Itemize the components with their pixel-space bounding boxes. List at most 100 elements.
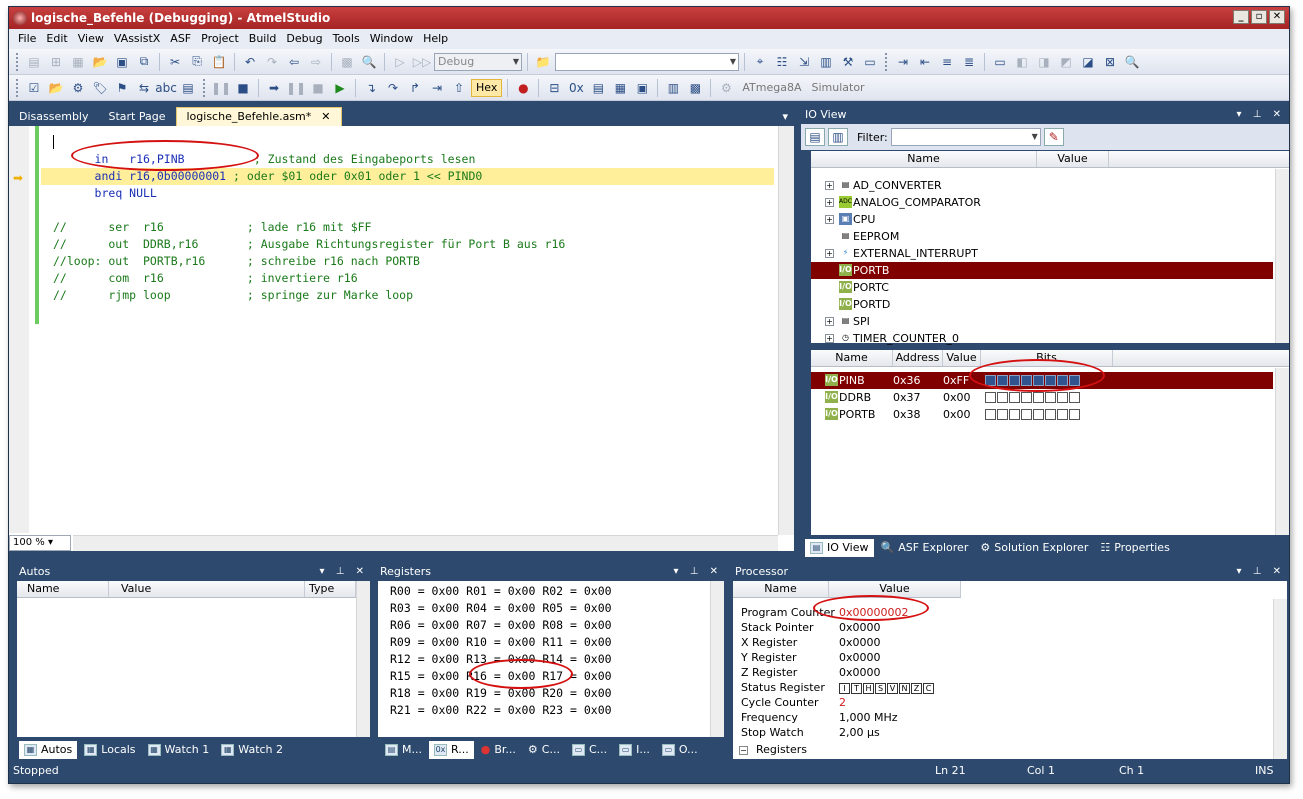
prev-bookmark-icon[interactable]: ◧: [1012, 53, 1032, 71]
processor-scrollbar[interactable]: [1273, 599, 1287, 759]
menu-tools[interactable]: Tools: [328, 29, 365, 49]
break-all-icon[interactable]: ❚❚: [211, 79, 231, 97]
io-module-tree[interactable]: Name Value + ▤ AD_CONVERTER + ADC ANALOG_COM…: [811, 151, 1289, 345]
tree-item-analog-comparator[interactable]: + ADC ANALOG_COMPARATOR: [811, 194, 1273, 211]
open-file-icon[interactable]: 📂: [46, 79, 66, 97]
col-reg-value[interactable]: Value: [943, 350, 981, 366]
bit-checkbox[interactable]: [985, 409, 996, 420]
col-proc-value[interactable]: Value: [829, 581, 961, 597]
tree-item-ad-converter[interactable]: + ▤ AD_CONVERTER: [811, 177, 1273, 194]
tab-memory[interactable]: ▤ M...: [380, 741, 427, 759]
menu-build[interactable]: Build: [244, 29, 282, 49]
tag-icon[interactable]: 🏷: [90, 79, 110, 97]
view-mode-1-icon[interactable]: ▤: [805, 128, 825, 146]
tree-item-portb[interactable]: I/O PORTB: [811, 262, 1273, 279]
checklist-icon[interactable]: ☑: [24, 79, 44, 97]
find-icon[interactable]: 🔍: [359, 53, 379, 71]
solution-config-dropdown[interactable]: Debug ▼: [434, 52, 522, 71]
clear-filter-icon[interactable]: ✎: [1043, 128, 1064, 146]
vassist-find-icon[interactable]: 🔍: [1122, 53, 1142, 71]
disassembly-window-icon[interactable]: ⊟: [544, 79, 564, 97]
tab-watch-1[interactable]: ▦ Watch 1: [143, 741, 215, 759]
find-in-files-icon[interactable]: 📁: [533, 53, 553, 71]
tab-logische-befehle-asm[interactable]: logische_Befehle.asm* ✕: [175, 107, 342, 126]
stop-icon[interactable]: ■: [308, 79, 328, 97]
processor-row[interactable]: Cycle Counter 2: [733, 695, 1263, 710]
outdent-icon[interactable]: ⇤: [915, 53, 935, 71]
collapse-icon[interactable]: −: [739, 746, 748, 755]
run-to-cursor-icon[interactable]: ⇥: [427, 79, 447, 97]
bit-checkbox[interactable]: [1009, 392, 1020, 403]
bit-checkbox[interactable]: [1009, 409, 1020, 420]
next-bookmark-folder-icon[interactable]: ◪: [1078, 53, 1098, 71]
hex-toggle-button[interactable]: Hex: [471, 78, 503, 97]
panel-buttons-icon[interactable]: ▾ ⊥ ✕: [320, 563, 368, 581]
tab-disassembly[interactable]: Disassembly: [9, 108, 99, 126]
filter-input[interactable]: ▼: [890, 128, 1041, 146]
tree-item-eeprom[interactable]: ▤ EEPROM: [811, 228, 1273, 245]
find-symbol-icon[interactable]: ⌖: [750, 53, 770, 71]
options-icon[interactable]: ▤: [178, 79, 198, 97]
panel-buttons-icon[interactable]: ▾ ⊥ ✕: [1237, 106, 1285, 124]
continue-icon[interactable]: ▶: [330, 79, 350, 97]
open-folder-icon[interactable]: 📂: [90, 53, 110, 71]
prev-bookmark-folder-icon[interactable]: ◩: [1056, 53, 1076, 71]
io-register-row-portb[interactable]: I/O PORTB 0x38 0x00: [811, 406, 1273, 423]
io-window-icon[interactable]: ▥: [663, 79, 683, 97]
processor-window-icon[interactable]: ▣: [632, 79, 652, 97]
tab-breakpoints[interactable]: ● Br...: [476, 741, 521, 759]
device-label[interactable]: ATmega8A: [738, 81, 805, 94]
stop-debugging-icon[interactable]: ■: [233, 79, 253, 97]
show-next-statement-icon[interactable]: ➡: [264, 79, 284, 97]
menu-edit[interactable]: Edit: [41, 29, 72, 49]
col-address[interactable]: Address: [893, 350, 943, 366]
bit-checkbox[interactable]: [997, 392, 1008, 403]
editor-horizontal-scrollbar[interactable]: [73, 535, 778, 551]
bit-checkbox[interactable]: [1057, 392, 1068, 403]
processor-row[interactable]: Status Register I T H S V N Z C: [733, 680, 1263, 695]
processor-row[interactable]: Frequency 1,000 MHz: [733, 710, 1263, 725]
paste-icon[interactable]: 📋: [209, 53, 229, 71]
panel-buttons-icon[interactable]: ▾ ⊥ ✕: [1237, 563, 1285, 581]
tab-start-page[interactable]: Start Page: [99, 108, 176, 126]
menu-debug[interactable]: Debug: [281, 29, 327, 49]
console-icon[interactable]: ▭: [860, 53, 880, 71]
undo-icon[interactable]: ↶: [240, 53, 260, 71]
menu-help[interactable]: Help: [418, 29, 453, 49]
reset-icon[interactable]: ⇧: [449, 79, 469, 97]
processor-row[interactable]: Y Register 0x0000: [733, 650, 1263, 665]
col-value[interactable]: Value: [1037, 151, 1109, 167]
navigate-back-icon[interactable]: ⇦: [284, 53, 304, 71]
breakpoint-icon[interactable]: ●: [513, 79, 533, 97]
memory-window-icon[interactable]: ▤: [588, 79, 608, 97]
code-editor[interactable]: Disassembly Start Page logische_Befehle.…: [9, 106, 794, 551]
close-tab-icon[interactable]: ✕: [321, 110, 330, 123]
tree-item-external-interrupt[interactable]: + ⚡ EXTERNAL_INTERRUPT: [811, 245, 1273, 262]
col-proc-name[interactable]: Name: [733, 581, 829, 597]
col-autos-name[interactable]: Name: [17, 581, 109, 597]
restore-button[interactable]: ▫: [1251, 10, 1267, 24]
bit-checkbox[interactable]: [1045, 392, 1056, 403]
tab-call-stack[interactable]: ⚙ C...: [523, 741, 565, 759]
bit-checkbox[interactable]: [1033, 409, 1044, 420]
tab-overflow-icon[interactable]: ▾: [776, 108, 794, 126]
cut-icon[interactable]: ✂: [165, 53, 185, 71]
minimize-button[interactable]: _: [1233, 10, 1249, 24]
bit-checkbox[interactable]: [1069, 409, 1080, 420]
tab-asf-explorer[interactable]: 🔍 ASF Explorer: [876, 539, 974, 557]
tab-locals[interactable]: ▦ Locals: [79, 741, 140, 759]
col-name[interactable]: Name: [811, 151, 1037, 167]
next-bookmark-icon[interactable]: ◨: [1034, 53, 1054, 71]
device-icon[interactable]: ⚙: [716, 79, 736, 97]
import-icon[interactable]: ⇲: [794, 53, 814, 71]
sreg-flag[interactable]: T: [851, 683, 862, 694]
bit-checkbox[interactable]: [1021, 409, 1032, 420]
start-debugging-icon[interactable]: ▷: [390, 53, 410, 71]
close-button[interactable]: ✕: [1269, 10, 1285, 24]
tree-item-spi[interactable]: + ▤ SPI: [811, 313, 1273, 330]
find-combo[interactable]: ▼: [555, 52, 739, 71]
processor-row[interactable]: X Register 0x0000: [733, 635, 1263, 650]
tree-item-timer-counter-0[interactable]: + ◷ TIMER_COUNTER_0: [811, 330, 1273, 347]
col-autos-value[interactable]: Value: [109, 581, 305, 597]
tab-output[interactable]: ▭ O...: [657, 741, 703, 759]
